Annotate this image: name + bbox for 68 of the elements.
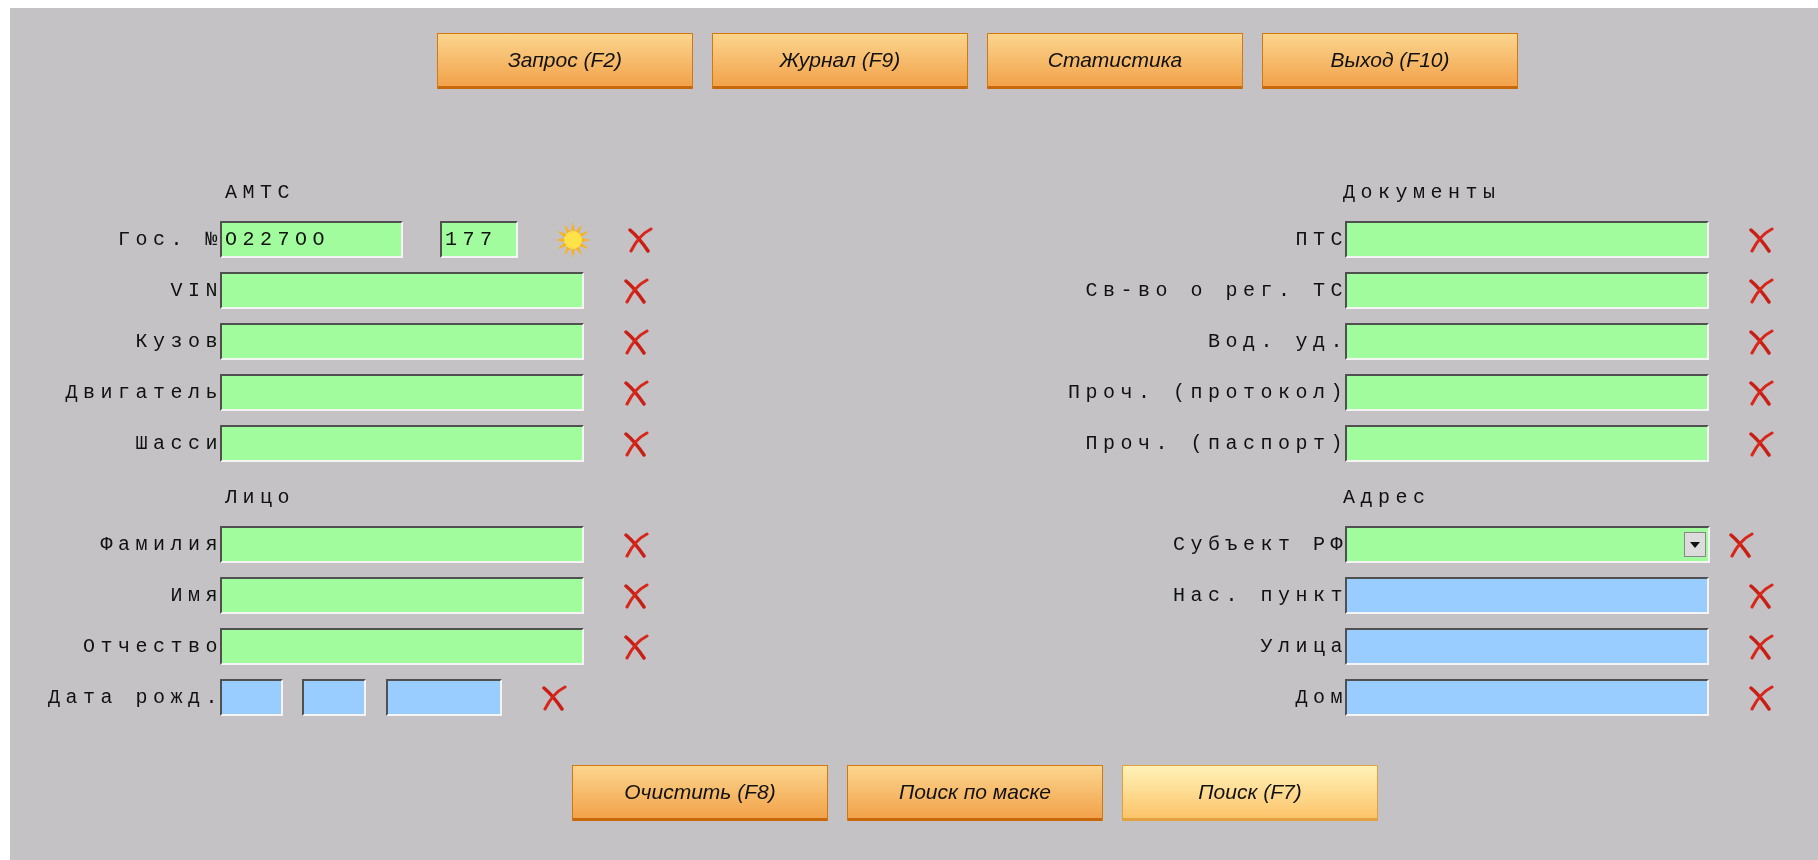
input-field[interactable]: O227OO <box>220 221 403 258</box>
clear-icon[interactable] <box>1747 430 1775 457</box>
input-field[interactable] <box>220 577 584 614</box>
clear-icon[interactable] <box>1727 531 1755 558</box>
field-label: Дом <box>1294 686 1349 709</box>
section-title: Документы <box>1343 180 1501 204</box>
clear-icon[interactable] <box>622 379 650 406</box>
caret-icon[interactable] <box>1684 532 1706 557</box>
input-field[interactable]: 177 <box>440 221 518 258</box>
toolbar-button[interactable]: Журнал (F9) <box>712 33 968 89</box>
action-button[interactable]: Очистить (F8) <box>572 765 828 821</box>
clear-icon[interactable] <box>622 430 650 457</box>
input-field[interactable] <box>220 272 584 309</box>
field-label: Имя <box>169 584 224 607</box>
input-field[interactable] <box>1345 374 1709 411</box>
input-field[interactable] <box>220 374 584 411</box>
clear-icon[interactable] <box>1747 277 1775 304</box>
action-button[interactable]: Поиск (F7) <box>1122 765 1378 821</box>
clear-icon[interactable] <box>622 531 650 558</box>
field-label: Вод. уд. <box>1207 330 1349 353</box>
toolbar-button[interactable]: Запрос (F2) <box>437 33 693 89</box>
field-label: Фамилия <box>99 533 224 556</box>
toolbar-button[interactable]: Выход (F10) <box>1262 33 1518 89</box>
input-field[interactable] <box>220 526 584 563</box>
field-label: Нас. пункт <box>1171 584 1349 607</box>
input-field[interactable] <box>1345 221 1709 258</box>
section-title: Адрес <box>1343 485 1431 509</box>
field-label: Проч. (протокол) <box>1066 381 1349 404</box>
input-field[interactable] <box>220 323 584 360</box>
clear-icon[interactable] <box>1747 379 1775 406</box>
clear-icon[interactable] <box>1747 582 1775 609</box>
field-label: VIN <box>169 279 224 302</box>
clear-icon[interactable] <box>622 582 650 609</box>
dropdown-field[interactable] <box>1345 526 1710 563</box>
clear-icon[interactable] <box>1747 684 1775 711</box>
input-field[interactable] <box>1345 272 1709 309</box>
field-label: Кузов <box>134 330 224 353</box>
input-field[interactable] <box>1345 679 1709 716</box>
field-label: Св-во о рег. ТС <box>1084 279 1349 302</box>
field-label: Двигатель <box>64 381 224 404</box>
input-field[interactable] <box>1345 577 1709 614</box>
input-field[interactable] <box>302 679 366 716</box>
field-label: Шасси <box>134 432 224 455</box>
field-label: Проч. (паспорт) <box>1084 432 1349 455</box>
field-label: Дата рожд. <box>46 686 224 709</box>
input-field[interactable] <box>1345 323 1709 360</box>
input-field[interactable] <box>386 679 502 716</box>
field-label: Субъект РФ <box>1171 533 1349 556</box>
section-title: Лицо <box>225 485 295 509</box>
action-button[interactable]: Поиск по маске <box>847 765 1103 821</box>
clear-icon[interactable] <box>626 226 654 253</box>
input-field[interactable] <box>220 628 584 665</box>
clear-icon[interactable] <box>622 633 650 660</box>
clear-icon[interactable] <box>622 328 650 355</box>
clear-icon[interactable] <box>540 684 568 711</box>
clear-icon[interactable] <box>1747 226 1775 253</box>
input-field[interactable] <box>220 425 584 462</box>
toolbar-button[interactable]: Статистика <box>987 33 1243 89</box>
field-label: Отчество <box>82 635 224 658</box>
input-field[interactable] <box>220 679 283 716</box>
field-label: Улица <box>1259 635 1349 658</box>
clear-icon[interactable] <box>1747 633 1775 660</box>
section-title: АМТС <box>225 180 295 204</box>
clear-icon[interactable] <box>1747 328 1775 355</box>
input-field[interactable] <box>1345 425 1709 462</box>
input-field[interactable] <box>1345 628 1709 665</box>
clear-icon[interactable] <box>622 277 650 304</box>
field-label: ПТС <box>1294 228 1349 251</box>
